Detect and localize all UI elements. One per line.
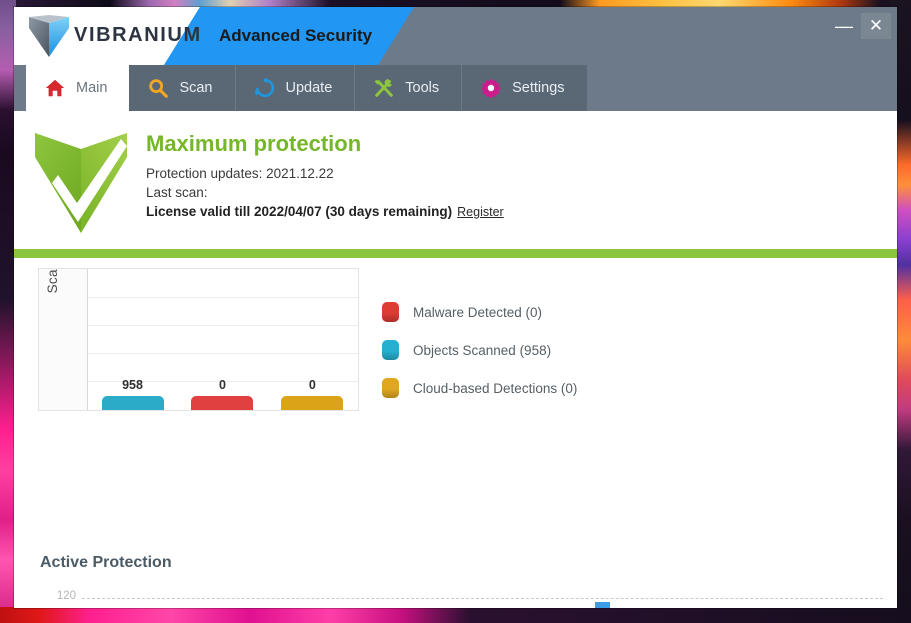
scanner-bar-value: 0	[218, 378, 226, 392]
green-check-shield-icon	[35, 133, 127, 233]
scanner-bar-group: 0	[268, 378, 357, 410]
close-button[interactable]: ✕	[861, 13, 891, 39]
scanner-bar-value: 0	[308, 378, 316, 392]
legend-item-malware: Malware Detected (0)	[382, 293, 577, 331]
gridline	[88, 325, 358, 326]
home-icon	[45, 79, 65, 97]
protection-status-section: Maximum protection Protection updates: 2…	[14, 111, 897, 243]
scanner-report-card: Scanner Report 958 0 0	[38, 268, 359, 411]
brand-name: VIBRANIUM	[74, 24, 202, 46]
legend-label: Malware Detected (0)	[413, 304, 543, 320]
wallpaper-bottom-strip	[0, 607, 911, 623]
register-link[interactable]: Register	[457, 205, 504, 219]
objects-swatch-icon	[382, 340, 399, 360]
tab-main[interactable]: Main	[26, 65, 130, 111]
cloud-swatch-icon	[382, 378, 399, 398]
scanner-bar-malware	[191, 396, 254, 410]
scanner-bar-objects	[101, 396, 164, 410]
tab-scan-label: Scan	[179, 80, 213, 96]
y-axis-tick-label: 120	[56, 590, 76, 603]
status-text-block: Maximum protection Protection updates: 2…	[130, 125, 504, 243]
vibranium-shield-logo-icon	[29, 15, 69, 57]
malware-swatch-icon	[382, 302, 399, 322]
tab-main-label: Main	[76, 80, 108, 96]
tab-tools-label: Tools	[405, 80, 440, 96]
legend-label: Cloud-based Detections (0)	[413, 380, 578, 396]
tab-tools[interactable]: Tools	[355, 65, 463, 111]
protection-updates-line: Protection updates: 2021.12.22	[146, 166, 334, 181]
status-accent-bar	[14, 249, 897, 258]
gridline	[88, 353, 358, 354]
active-protection-title: Active Protection	[40, 554, 172, 571]
legend-item-cloud: Cloud-based Detections (0)	[382, 369, 577, 407]
license-text: License valid till 2022/04/07 (30 days r…	[146, 204, 453, 219]
scanner-report-section: Scanner Report 958 0 0	[14, 258, 897, 411]
magnifier-icon	[149, 79, 169, 98]
title-bar: VIBRANIUM Advanced Security — ✕	[14, 7, 897, 65]
scanner-report-plot: 958 0 0	[87, 269, 358, 410]
window-controls: — ✕	[829, 13, 891, 39]
gear-icon	[481, 78, 501, 99]
status-title: Maximum protection	[146, 131, 362, 156]
legend-item-objects: Objects Scanned (958)	[382, 331, 577, 369]
tab-bar: Main Scan Update Tools Settings	[14, 65, 897, 111]
minimize-button[interactable]: —	[829, 13, 859, 39]
legend-label: Objects Scanned (958)	[413, 342, 552, 358]
brand-title: Advanced Security	[219, 26, 373, 45]
scanner-report-axis-label: Scanner Report	[45, 269, 67, 303]
tab-update-label: Update	[285, 80, 333, 96]
tab-settings[interactable]: Settings	[462, 65, 588, 111]
license-line: License valid till 2022/04/07 (30 days r…	[146, 204, 504, 219]
scanner-bar-group: 0	[178, 378, 267, 410]
main-panel: Maximum protection Protection updates: 2…	[14, 111, 897, 608]
gridline	[88, 297, 358, 298]
refresh-icon	[254, 77, 274, 98]
tab-scan[interactable]: Scan	[129, 65, 236, 111]
active-protection-chart: 060120	[40, 581, 883, 608]
scanner-legend: Malware Detected (0) Objects Scanned (95…	[382, 293, 577, 407]
tab-update[interactable]: Update	[235, 65, 356, 111]
scanner-bar-value: 958	[122, 378, 143, 392]
gridline	[82, 598, 883, 600]
scanner-bar-cloud	[281, 396, 344, 410]
scanner-bar-group: 958	[88, 378, 177, 410]
active-protection-bar	[594, 601, 610, 608]
application-window: VIBRANIUM Advanced Security — ✕ Main Sca…	[14, 7, 897, 608]
tools-icon	[375, 79, 394, 97]
last-scan-line: Last scan:	[146, 185, 208, 200]
tab-settings-label: Settings	[512, 80, 565, 96]
active-protection-plot	[82, 581, 883, 608]
